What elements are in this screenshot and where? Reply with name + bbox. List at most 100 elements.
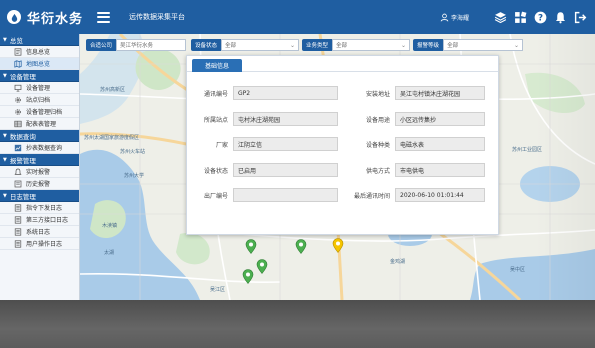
field-device-usage: 设备用途 小区远传集抄 <box>342 112 485 126</box>
field-install-address: 安装地址 吴江屯村镇沐庄湖花园 <box>342 86 485 100</box>
brand-logo[interactable]: 华衍水务 <box>7 8 83 27</box>
header-actions: 李海耀 ? <box>440 11 587 24</box>
field-value: GP2 <box>233 86 338 100</box>
sidebar-item-third-party-log[interactable]: 第三方接口日志 <box>0 214 79 226</box>
log-icon <box>14 203 22 212</box>
sidebar-item-label: 指令下发日志 <box>26 205 63 212</box>
app-screen: 华衍水务 远传数据采集平台 李海耀 ? ▼ 总览 信息总览 地图总览 ▼ 设备管… <box>0 0 595 300</box>
sidebar-item-label: 信息总览 <box>26 49 51 56</box>
map-marker-icon[interactable] <box>295 239 307 254</box>
field-label: 设备状态 <box>203 167 228 175</box>
panel-tab-bar: 基础信息 <box>187 56 498 72</box>
table-icon <box>14 120 22 128</box>
field-label: 供电方式 <box>365 167 390 175</box>
map-marker-icon[interactable] <box>256 259 268 274</box>
sidebar-section-alarm[interactable]: ▼ 报警管理 <box>0 154 79 166</box>
field-label: 设备用途 <box>365 116 390 124</box>
sidebar-section-overview[interactable]: ▼ 总览 <box>0 34 79 46</box>
map-marker-icon[interactable] <box>242 269 254 284</box>
company-select[interactable]: 吴江华衍水务 <box>116 39 187 51</box>
alarm-icon <box>14 168 22 176</box>
sidebar-item-command-log[interactable]: 指令下发日志 <box>0 202 79 214</box>
chevron-down-icon: ⌄ <box>401 41 407 49</box>
sidebar-item-map-overview[interactable]: 地图总览 <box>0 58 79 70</box>
sidebar: ▼ 总览 信息总览 地图总览 ▼ 设备管理 设备管理 站点归档 设备管理归档 配表表… <box>0 34 80 300</box>
sidebar-item-system-log[interactable]: 系统日志 <box>0 226 79 238</box>
filter-company: 合适公司 吴江华衍水务 <box>86 39 187 51</box>
filter-label: 合适公司 <box>86 39 117 51</box>
bell-icon[interactable] <box>554 11 567 24</box>
select-value: 全部 <box>447 43 459 49</box>
filter-label: 报警等级 <box>413 39 444 51</box>
field-device-status: 设备状态 已启用 <box>192 163 338 177</box>
field-value: 屯村沐庄湖苑园 <box>233 112 338 126</box>
field-comm-no: 通讯编号 GP2 <box>192 86 338 100</box>
filter-label: 业务类型 <box>302 39 333 51</box>
section-title: 设备管理 <box>9 72 36 81</box>
field-label: 设备种类 <box>365 141 390 149</box>
field-last-comm-time: 最后通讯时间 2020-06-10 01:01:44 <box>342 188 485 202</box>
sidebar-section-logs[interactable]: ▼ 日志管理 <box>0 190 79 202</box>
business-type-select[interactable]: 全部 ⌄ <box>332 39 411 51</box>
user-name: 李海耀 <box>450 14 469 22</box>
sidebar-section-query[interactable]: ▼ 数据查询 <box>0 130 79 142</box>
brand-name: 华衍水务 <box>27 11 84 27</box>
user-icon <box>440 13 449 22</box>
help-icon[interactable]: ? <box>534 11 547 24</box>
field-value: 小区远传集抄 <box>395 112 485 126</box>
filter-business-type: 业务类型 全部 ⌄ <box>302 39 411 51</box>
logout-icon[interactable] <box>574 11 587 24</box>
filter-bar: 合适公司 吴江华衍水务 设备状态 全部 ⌄ 业务类型 全部 ⌄ 报警等级 全部 ⌄ <box>86 38 590 52</box>
sidebar-item-label: 设备管理 <box>26 85 51 92</box>
history-icon <box>14 180 22 188</box>
sidebar-item-history-alarm[interactable]: 历史报警 <box>0 178 79 190</box>
section-title: 日志管理 <box>9 192 36 201</box>
apps-grid-icon[interactable] <box>514 11 527 24</box>
sidebar-item-label: 站点归档 <box>26 97 51 104</box>
platform-title: 远传数据采集平台 <box>129 13 186 21</box>
filter-alarm-level: 报警等级 全部 ⌄ <box>413 39 524 51</box>
sidebar-item-label: 历史报警 <box>26 181 51 188</box>
sidebar-item-label: 第三方接口日志 <box>26 217 69 224</box>
map-label: 太湖 <box>104 250 115 256</box>
map-marker-icon[interactable] <box>245 239 257 254</box>
sidebar-item-user-op-log[interactable]: 用户操作日志 <box>0 238 79 250</box>
user-menu[interactable]: 李海耀 <box>440 13 469 22</box>
sidebar-item-device-archive[interactable]: 设备管理归档 <box>0 106 79 118</box>
sidebar-item-label: 用户操作日志 <box>26 241 63 248</box>
field-label: 安装地址 <box>365 90 390 98</box>
sidebar-item-label: 实时报警 <box>26 169 51 176</box>
monitor-bezel <box>0 300 595 348</box>
tab-basic-info[interactable]: 基础信息 <box>192 59 242 72</box>
section-title: 总览 <box>9 36 23 45</box>
device-icon <box>14 84 22 92</box>
field-value: 吴江屯村镇沐庄湖花园 <box>395 86 485 100</box>
map-label: 苏州高新区 <box>100 87 126 93</box>
alarm-level-select[interactable]: 全部 ⌄ <box>443 39 524 51</box>
filter-label: 设备状态 <box>191 39 222 51</box>
field-power-mode: 供电方式 市电供电 <box>342 163 485 177</box>
layers-icon[interactable] <box>494 11 507 24</box>
chevron-down-icon: ⌄ <box>514 41 520 49</box>
map-marker-selected-icon[interactable] <box>332 238 344 253</box>
chevron-down-icon: ⌄ <box>290 41 296 49</box>
sidebar-item-meter-config[interactable]: 配表表管理 <box>0 118 79 130</box>
log-icon <box>14 227 22 236</box>
menu-toggle-icon[interactable] <box>97 11 111 23</box>
map-icon <box>14 59 22 68</box>
field-manufacturer: 厂家 江阴立信 <box>192 137 338 151</box>
device-status-select[interactable]: 全部 ⌄ <box>221 39 300 51</box>
sidebar-item-device-management[interactable]: 设备管理 <box>0 82 79 94</box>
sidebar-item-label: 地图总览 <box>26 61 51 68</box>
sidebar-item-info-overview[interactable]: 信息总览 <box>0 46 79 58</box>
map-label: 金鸡湖 <box>390 259 406 265</box>
sidebar-item-reading-query[interactable]: 抄表数据查询 <box>0 142 79 154</box>
log-icon <box>14 215 22 224</box>
sidebar-section-device[interactable]: ▼ 设备管理 <box>0 70 79 82</box>
field-value: 2020-06-10 01:01:44 <box>395 188 485 202</box>
field-value: 电磁水表 <box>395 137 485 151</box>
map-label: 苏州太湖国家旅游度假区 <box>84 135 140 141</box>
sidebar-item-site-archive[interactable]: 站点归档 <box>0 94 79 106</box>
svg-text:?: ? <box>538 13 543 23</box>
sidebar-item-realtime-alarm[interactable]: 实时报警 <box>0 166 79 178</box>
